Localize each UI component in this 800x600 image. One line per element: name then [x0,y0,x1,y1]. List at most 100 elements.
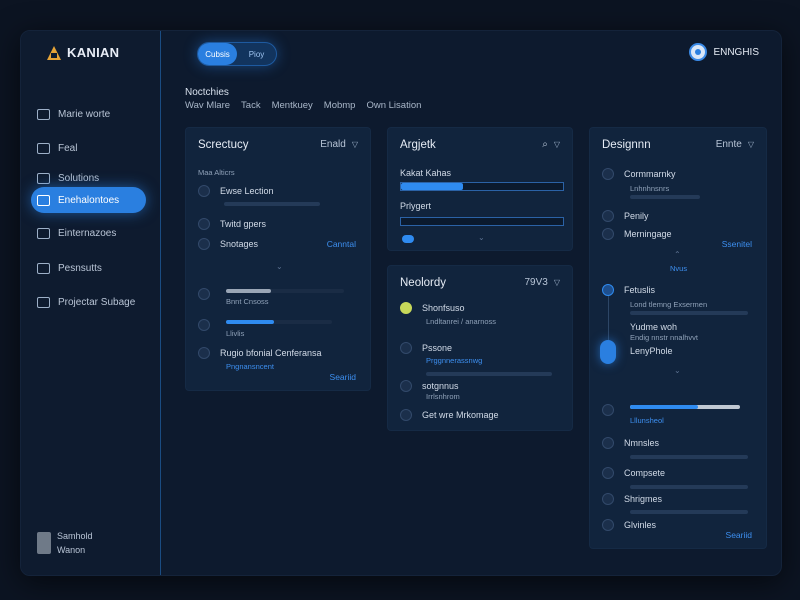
view-toggle[interactable]: Cubsis Pioy [197,42,277,66]
leaf-icon [400,302,412,314]
filter-3[interactable]: Mobmp [324,100,356,111]
list-item[interactable]: Glvinles [602,519,656,531]
filter-0[interactable]: Wav Mlare [185,100,230,111]
user-role: Wanon [57,545,86,555]
progress-fill [401,183,463,190]
filter-1[interactable]: Tack [241,100,261,111]
list-item-label: Pssone [422,343,453,353]
toggle-option-0[interactable]: Cubsis [198,43,237,65]
timeline-line [608,290,609,340]
sidebar-item-0[interactable]: Marie worte [31,101,146,127]
sidebar-item-label: Feal [58,142,78,154]
sidebar-item-label: Enehalontoes [58,194,120,206]
slider-knob[interactable] [600,340,616,364]
list-item[interactable]: Compsete [602,467,665,479]
list-item-label: Shonfsuso [422,303,465,313]
item-icon [602,437,614,449]
item-icon [400,380,412,392]
list-item[interactable]: Fetuslis [602,284,655,296]
chevron-down-icon[interactable]: ⌄ [674,366,681,375]
list-item[interactable]: sotgnnus [400,380,459,392]
footer-link[interactable]: Seariid [330,372,356,382]
gear-icon [37,296,50,308]
item-icon [400,409,412,421]
list-item[interactable]: Ewse Lection [198,185,274,197]
list-item-label: Prlygert [400,201,432,211]
edit-icon [37,194,50,206]
list-item[interactable]: Twitd gpers [198,218,266,230]
list-item-label: Fetuslis [624,285,656,295]
list-item-label: Yudme woh [630,322,678,332]
list-item[interactable] [198,319,210,331]
list-item-label: sotgnnus [422,381,459,391]
chevron-down-icon[interactable]: ⌄ [276,262,283,271]
list-item[interactable]: Shonfsuso [400,302,465,314]
chevron-down-icon: ▽ [747,140,754,149]
list-item-sub: Llivlis [226,329,245,338]
progress-bar [630,405,740,409]
list-item[interactable]: Merningage [602,228,672,240]
sidebar-item-3[interactable]: Enehalontoes [31,187,146,213]
filter-2[interactable]: Mentkuey [272,100,313,111]
list-item-label: Glvinles [624,520,657,530]
panel-action[interactable]: 79V3 ▽ [524,277,560,288]
sidebar-item-4[interactable]: Einternazoes [31,220,146,246]
window-icon [37,172,50,184]
app-window: KANIAN Marie worte Feal Solutions Enehal… [20,30,782,576]
profile-name: ENNGHIS [713,46,759,58]
list-item[interactable]: Shrigmes [602,493,662,505]
list-item[interactable]: Nmnsles [602,437,659,449]
sidebar-item-6[interactable]: Projectar Subage [31,289,146,315]
panel-action[interactable]: Ennte ▽ [716,139,754,150]
profile-menu[interactable]: ENNGHIS [689,43,759,61]
list-item[interactable]: Cormmarnky [602,168,676,180]
chevron-up-icon[interactable]: ⌃ [674,250,681,259]
sidebar-item-5[interactable]: Pesnsutts [31,255,146,281]
list-item-label: Merningage [624,229,672,239]
list-item-sub: Prggnnerassnwg [426,356,483,365]
list-item[interactable] [198,288,210,300]
list-item-label: Rugio bfonial Cenferansa [220,348,322,358]
panel-neolordy: Neolordy 79V3 ▽ Shonfsuso Lndltanrei / a… [387,265,573,431]
panel-title: Screctucy [198,139,249,151]
progress-bar [400,182,564,191]
list-item[interactable]: Pssone [400,342,452,354]
list-item[interactable]: Get wre Mrkomage [400,409,499,421]
list-item[interactable]: Rugio bfonial Cenferansa [198,347,322,359]
item-link[interactable]: Ssenitel [722,239,752,249]
sidebar-item-1[interactable]: Feal [31,135,146,161]
filter-4[interactable]: Own Lisation [366,100,421,111]
app-name: KANIAN [67,45,120,60]
toggle-dot[interactable] [402,235,414,243]
list-item-label: Ewse Lection [220,186,274,196]
progress-bar [630,311,748,315]
page-title: Noctchies [185,87,229,98]
panel-action[interactable]: Enald ▽ [320,139,358,150]
panel-action-label: Ennte [715,139,742,150]
search-icon[interactable]: ⌕ [542,139,548,150]
chevron-down-icon: ▽ [351,140,358,149]
toggle-option-1[interactable]: Pioy [237,43,276,65]
list-item[interactable] [602,404,614,416]
progress-bar [224,202,320,206]
item-icon [198,218,210,230]
brand[interactable]: KANIAN [47,45,119,60]
input-field[interactable] [400,217,564,226]
filter-bar: Wav Mlare Tack Mentkuey Mobmp Own Lisati… [185,100,421,111]
mid-link[interactable]: Nvus [670,264,687,273]
sidebar-item-label: Projectar Subage [58,296,136,308]
chevron-down-icon[interactable]: ⌄ [478,233,485,242]
list-item[interactable]: Snotages [198,238,258,250]
list-item-label: Nmnsles [624,438,660,448]
list-item-sub: Lnhnhnsnrs [630,184,670,193]
cantal-link[interactable]: Canntal [327,239,356,249]
item-icon [198,288,210,300]
panel-action[interactable]: ⌕ ▽ [542,139,560,150]
item-icon [198,238,210,250]
user-card[interactable]: Samhold Wanon [37,529,93,557]
document-icon [37,142,50,154]
footer-link[interactable]: Seariid [726,530,752,540]
item-icon [400,342,412,354]
list-item[interactable]: Penily [602,210,649,222]
panel-argjetk: Argjetk ⌕ ▽ Kakat Kahas Prlygert ⌄ [387,127,573,251]
